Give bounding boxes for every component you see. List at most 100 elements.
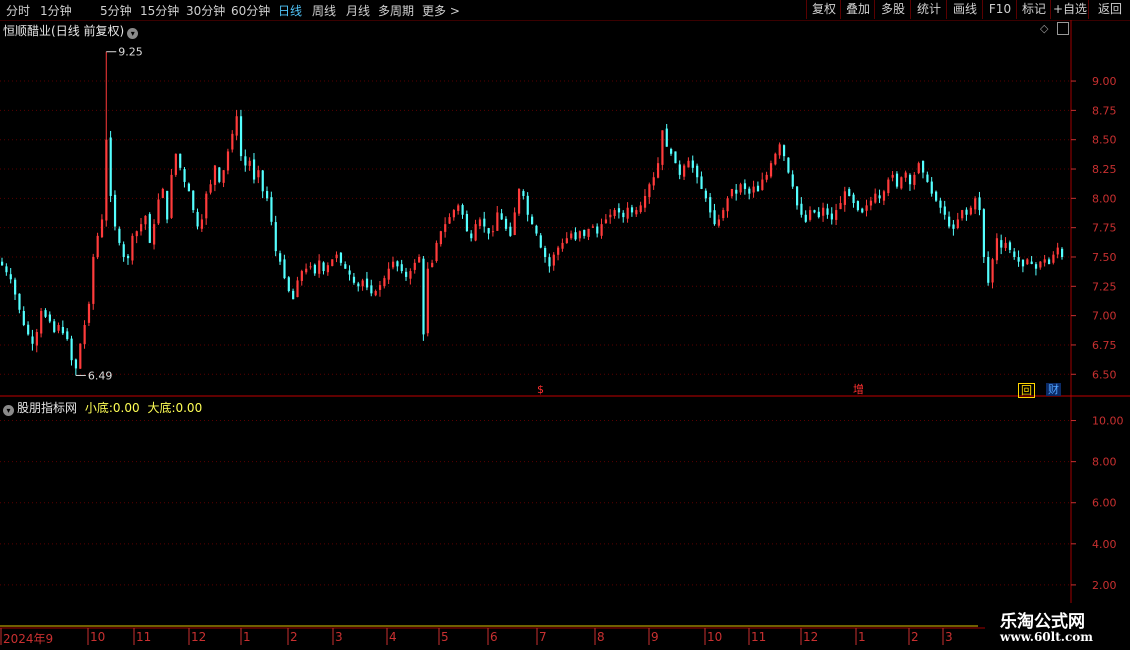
candle-body	[539, 235, 542, 248]
candle-body	[943, 206, 946, 215]
candle-body	[509, 226, 512, 236]
candle-body	[704, 190, 707, 199]
x-axis-label: 2024年9	[3, 632, 54, 646]
candle-body	[1034, 264, 1038, 269]
candle-body	[470, 233, 473, 239]
candle-body	[179, 153, 182, 168]
candle-body	[400, 264, 403, 272]
x-axis-label: 6	[490, 630, 498, 644]
candle-body	[604, 219, 608, 224]
candle-body	[231, 133, 234, 150]
candle-body	[439, 231, 442, 245]
candle-body	[743, 183, 747, 189]
candle-body	[279, 253, 282, 262]
candle-body	[109, 137, 112, 196]
candle-body	[869, 200, 873, 206]
low-label: 6.49	[88, 369, 113, 382]
candle-body	[722, 210, 725, 219]
event-marker-0[interactable]: $	[535, 383, 546, 396]
candle-body	[244, 156, 247, 166]
candle-body	[1008, 242, 1012, 250]
price-tick-label: 7.25	[1092, 280, 1117, 293]
candle-body	[391, 261, 395, 268]
candle-body	[313, 264, 316, 274]
candle-body	[1017, 257, 1020, 262]
candle-body	[626, 207, 629, 219]
candle-body	[878, 195, 881, 199]
candle-body	[817, 211, 820, 218]
indicator-line2-value: 0.00	[175, 401, 203, 415]
candle-body	[226, 151, 230, 171]
candle-body	[787, 157, 790, 173]
candle-body	[326, 265, 330, 273]
candle-body	[670, 148, 673, 154]
candle-body	[765, 174, 768, 180]
candle-body	[174, 153, 177, 175]
indicator-tick-label: 6.00	[1092, 497, 1117, 510]
watermark-title: 乐淘公式网	[1000, 612, 1085, 632]
candle-body	[57, 325, 60, 331]
candle-body	[331, 259, 334, 266]
candle-body	[1004, 242, 1007, 249]
indicator-line1-label: 小底:	[84, 401, 113, 415]
candle-body	[235, 116, 238, 136]
candle-body	[687, 160, 690, 168]
candle-body	[431, 262, 434, 268]
chevron-down-icon[interactable]: ▾	[3, 405, 14, 416]
candle-body	[565, 238, 568, 244]
candle-body	[709, 197, 712, 213]
candle-body	[683, 165, 686, 177]
candle-body	[717, 219, 721, 226]
candle-body	[387, 268, 390, 280]
candle-body	[696, 165, 699, 178]
candle-body	[461, 205, 464, 215]
candle-body	[405, 271, 408, 277]
candle-body	[205, 193, 208, 219]
price-tick-label: 7.00	[1092, 310, 1117, 323]
candle-body	[14, 279, 17, 295]
event-marker-2[interactable]: 回	[1018, 383, 1035, 398]
candle-body	[222, 170, 225, 183]
price-tick-label: 6.75	[1092, 339, 1117, 352]
candle-body	[196, 211, 199, 227]
candle-body	[656, 163, 660, 178]
candle-body	[1047, 259, 1051, 265]
x-axis-label: 10	[707, 630, 723, 644]
candle-body	[261, 170, 264, 192]
candle-body	[483, 218, 486, 227]
candle-body	[383, 278, 386, 287]
candle-body	[926, 174, 929, 182]
candle-body	[900, 177, 903, 189]
candle-body	[935, 191, 938, 201]
event-marker-1[interactable]: 增	[851, 383, 866, 396]
candle-body	[487, 228, 490, 234]
candle-body	[596, 226, 599, 234]
candle-body	[843, 191, 846, 205]
candle-body	[756, 185, 760, 192]
price-tick-label: 7.50	[1092, 251, 1117, 264]
x-axis-label: 3	[335, 630, 343, 644]
candle-body	[891, 174, 894, 178]
candle-body	[161, 188, 164, 198]
x-axis-label: 12	[803, 630, 819, 644]
candle-body	[583, 229, 586, 236]
candle-body	[861, 208, 864, 213]
candle-body	[266, 191, 269, 199]
candle-body	[691, 160, 694, 168]
candle-body	[422, 258, 425, 335]
candle-body	[517, 188, 521, 214]
event-marker-3[interactable]: 财	[1046, 383, 1061, 396]
candle-body	[335, 254, 338, 259]
x-axis-label: 11	[751, 630, 767, 644]
indicator-line1-value: 0.00	[112, 401, 140, 415]
candle-body	[600, 224, 603, 236]
candle-body	[170, 174, 173, 218]
candle-body	[83, 325, 86, 345]
candle-body	[1043, 259, 1046, 263]
candle-body	[122, 244, 125, 257]
candle-body	[513, 212, 516, 236]
candle-body	[591, 226, 595, 228]
candle-body	[713, 210, 716, 225]
candle-body	[274, 222, 277, 252]
candle-body	[166, 190, 169, 220]
